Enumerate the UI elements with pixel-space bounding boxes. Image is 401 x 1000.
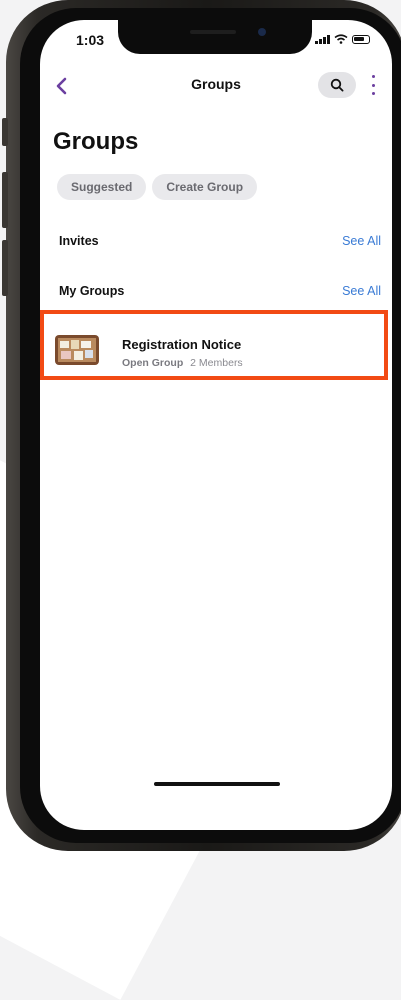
home-indicator[interactable] — [154, 782, 280, 786]
cellular-signal-icon — [315, 34, 330, 44]
my-groups-see-all-link[interactable]: See All — [342, 284, 381, 298]
mute-switch — [2, 118, 8, 146]
my-groups-label: My Groups — [59, 284, 125, 298]
page-title: Groups — [53, 128, 139, 155]
wifi-icon — [334, 34, 348, 44]
search-button[interactable] — [318, 72, 356, 98]
volume-up-button — [2, 172, 8, 228]
suggested-chip[interactable]: Suggested — [57, 174, 147, 200]
front-camera — [258, 28, 266, 36]
invites-section-header: Invites See All — [59, 234, 381, 248]
status-icons — [315, 34, 370, 44]
search-icon — [330, 78, 344, 92]
create-group-chip[interactable]: Create Group — [152, 174, 258, 200]
speaker-grille — [190, 30, 236, 34]
invites-see-all-link[interactable]: See All — [342, 234, 381, 248]
more-options-button[interactable] — [370, 75, 376, 95]
phone-screen: 1:03 Groups Groups Suggested Create Grou… — [40, 20, 392, 830]
highlight-box — [40, 310, 388, 380]
more-vertical-icon — [371, 75, 375, 78]
volume-down-button — [2, 240, 8, 296]
top-navigation-bar: Groups — [40, 72, 392, 100]
my-groups-section-header: My Groups See All — [59, 284, 381, 298]
notch — [118, 20, 312, 54]
battery-icon — [352, 34, 370, 44]
status-time: 1:03 — [76, 32, 105, 48]
group-filter-chips: Suggested Create Group — [57, 174, 258, 200]
invites-label: Invites — [59, 234, 99, 248]
